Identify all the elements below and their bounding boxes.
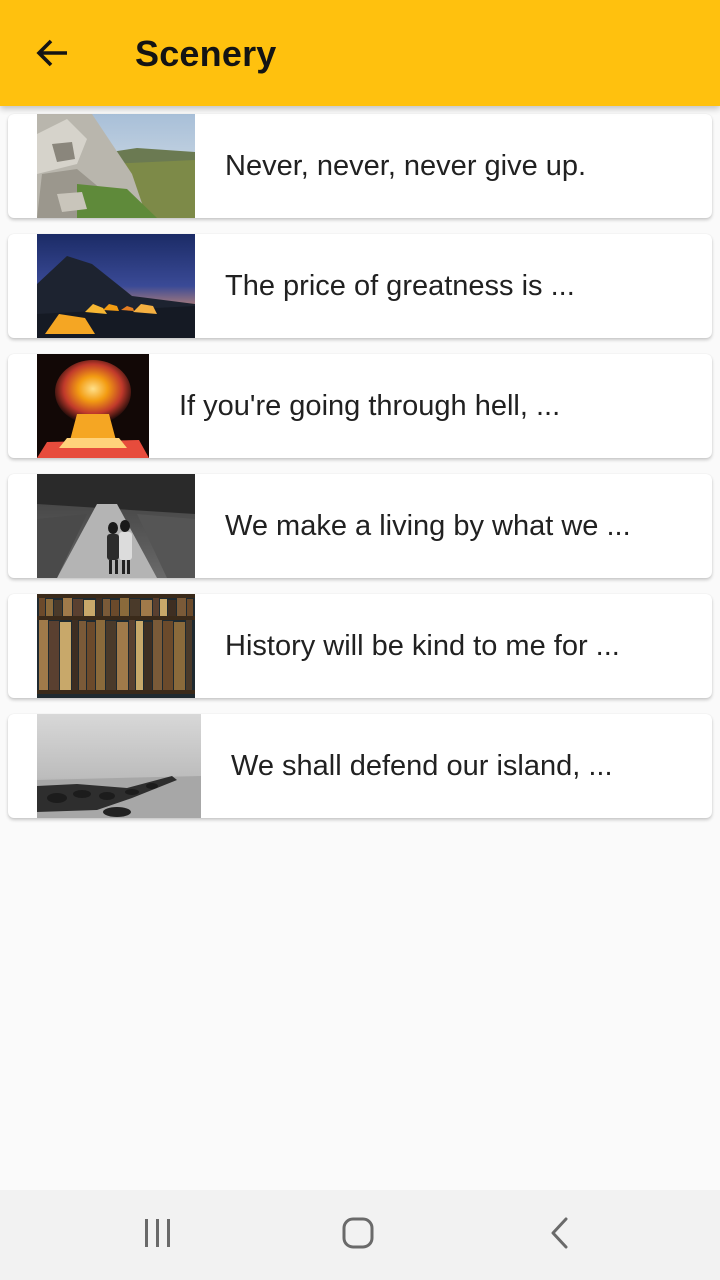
book-spine <box>144 622 152 690</box>
list-item[interactable]: Never, never, never give up. <box>8 114 712 218</box>
list-item-text: If you're going through hell, ... <box>179 390 561 422</box>
list-item[interactable]: The price of greatness is ... <box>8 234 712 338</box>
book-spine <box>177 598 186 616</box>
system-back-icon <box>548 1216 572 1255</box>
home-button[interactable] <box>313 1205 403 1265</box>
list-item[interactable]: If you're going through hell, ... <box>8 354 712 458</box>
book-spine <box>84 600 95 616</box>
book-spine <box>49 621 59 690</box>
book-spine <box>96 598 102 616</box>
list-item[interactable]: History will be kind to me for ... <box>8 594 712 698</box>
book-spine <box>111 600 119 616</box>
book-spine <box>46 599 53 616</box>
page-title: Scenery <box>135 33 277 74</box>
book-spine <box>39 598 45 616</box>
book-spine <box>106 621 116 690</box>
book-spine <box>117 622 128 690</box>
book-spine <box>87 622 95 690</box>
book-spine <box>73 599 83 616</box>
book-spine <box>39 620 48 690</box>
bookshelf-thumbnail <box>37 594 195 698</box>
system-navigation-bar <box>0 1190 720 1280</box>
book-spine <box>60 622 71 690</box>
list-item-text: The price of greatness is ... <box>225 270 575 302</box>
book-spine <box>141 600 152 616</box>
foggy-breakwater-thumbnail <box>37 714 201 818</box>
recent-apps-icon <box>143 1217 173 1254</box>
system-back-button[interactable] <box>515 1205 605 1265</box>
back-button[interactable] <box>22 24 84 86</box>
book-spine <box>136 621 143 690</box>
list-item-text: Never, never, never give up. <box>225 150 587 182</box>
home-icon <box>341 1216 375 1255</box>
book-spine <box>130 599 140 616</box>
list-item-text: We make a living by what we ... <box>225 510 631 542</box>
list-item-text: History will be kind to me for ... <box>225 630 620 662</box>
book-spine <box>103 599 110 616</box>
book-spine <box>168 600 176 616</box>
book-spine <box>186 620 192 690</box>
book-spine <box>120 598 129 616</box>
book-spine <box>163 621 173 690</box>
book-spine <box>129 620 135 690</box>
app-bar: Scenery <box>0 0 720 106</box>
book-spine <box>187 599 193 616</box>
book-spine <box>72 620 78 690</box>
list-item[interactable]: We make a living by what we ... <box>8 474 712 578</box>
list-item-text: We shall defend our island, ... <box>231 750 613 782</box>
arrow-back-icon <box>35 35 71 76</box>
book-spine <box>63 598 72 616</box>
tents-under-mountain-dusk-thumbnail <box>37 234 195 338</box>
recent-apps-button[interactable] <box>113 1205 203 1265</box>
book-spine <box>79 621 86 690</box>
book-spine <box>174 622 185 690</box>
book-spine <box>153 598 159 616</box>
rocky-mountain-trail-thumbnail <box>37 114 195 218</box>
book-spine <box>160 599 167 616</box>
list-item[interactable]: We shall defend our island, ... <box>8 714 712 818</box>
book-spine <box>153 620 162 690</box>
book-spine <box>96 620 105 690</box>
fire-explosion-thumbnail <box>37 354 149 458</box>
couple-walking-path-thumbnail <box>37 474 195 578</box>
book-spine <box>54 600 62 616</box>
